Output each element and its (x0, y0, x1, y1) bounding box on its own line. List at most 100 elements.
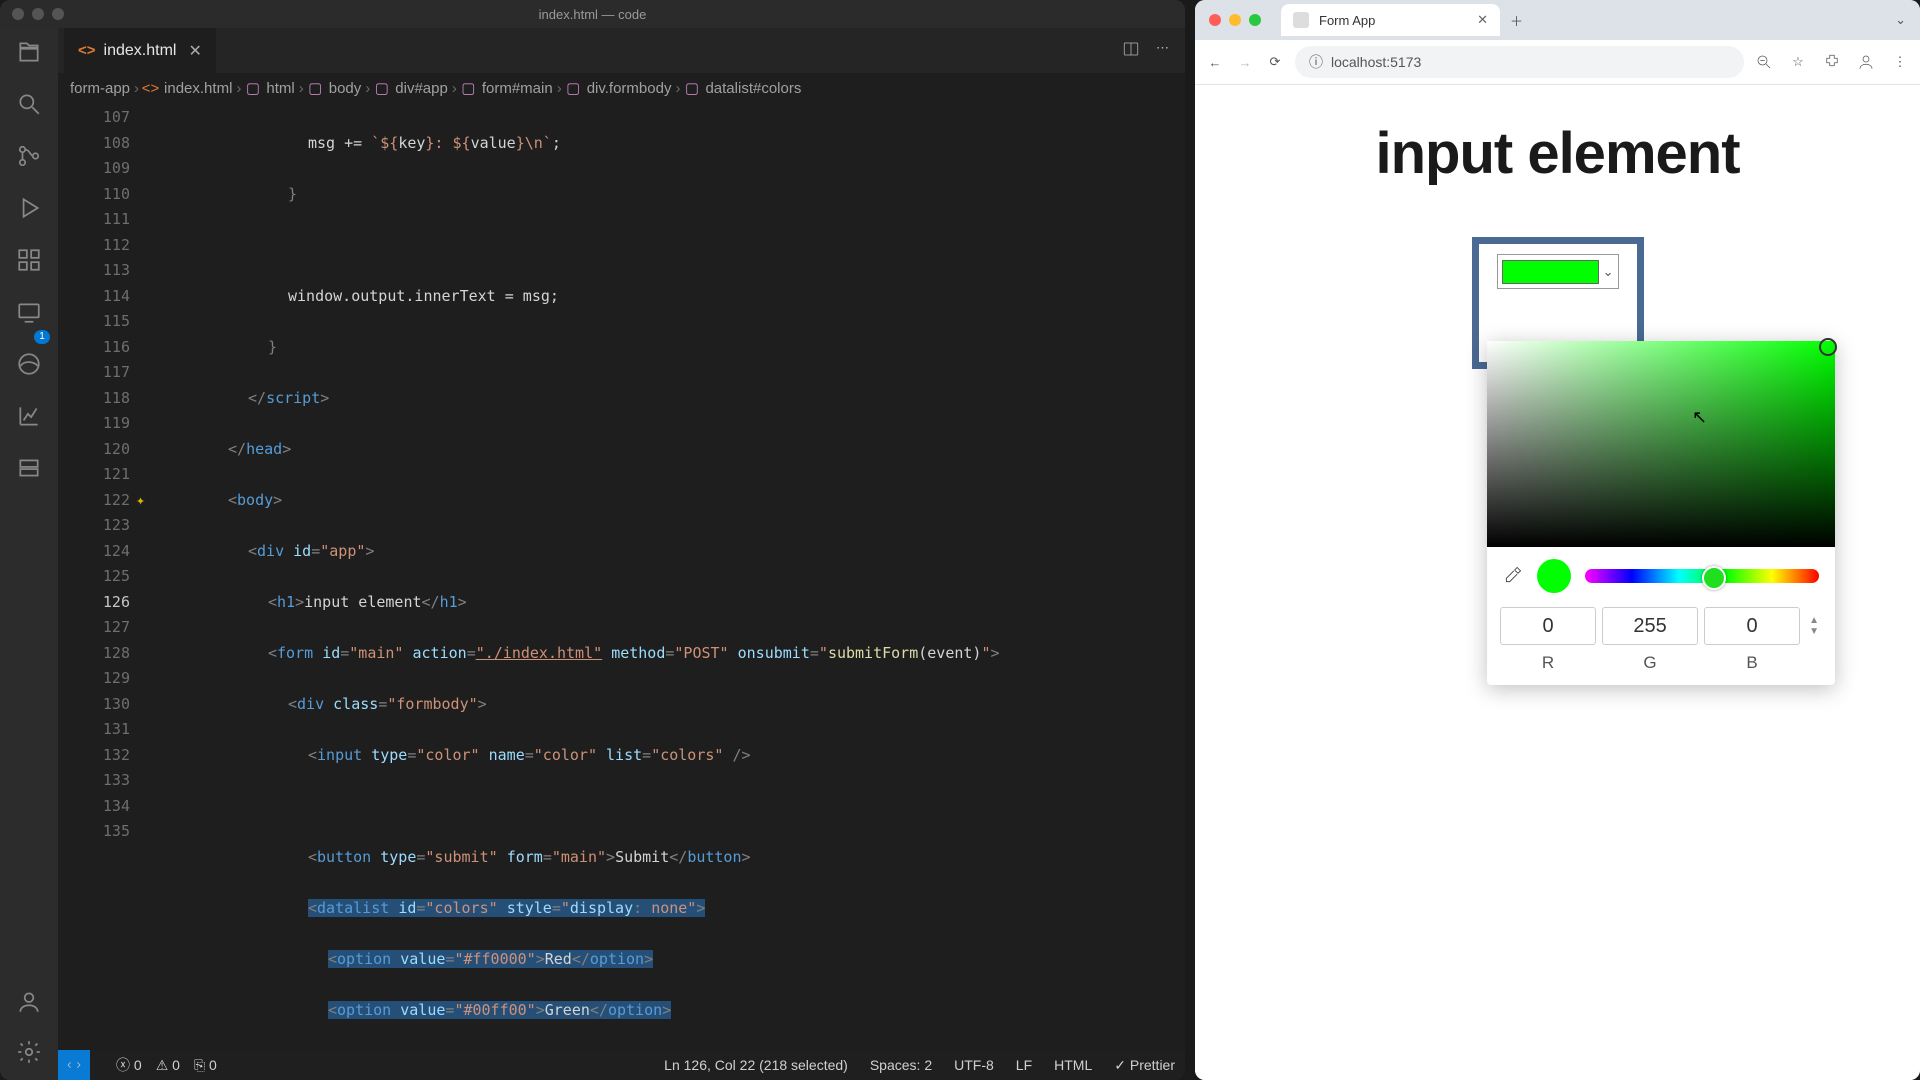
b-input[interactable] (1704, 607, 1800, 645)
extension-badge: 1 (34, 330, 50, 344)
current-color-preview (1537, 559, 1571, 593)
crumb[interactable]: form#main (482, 80, 553, 97)
more-actions-icon[interactable]: ⋯ (1156, 40, 1169, 61)
crumb[interactable]: body (329, 80, 362, 97)
hue-thumb[interactable] (1702, 566, 1726, 590)
b-label: B (1746, 653, 1757, 673)
g-label: G (1643, 653, 1656, 673)
ports[interactable]: ⎘ 0 (194, 1057, 217, 1074)
chart-icon[interactable] (15, 402, 43, 430)
vscode-window: index.html — code 1 <> index.html (0, 0, 1185, 1080)
reload-icon[interactable]: ⟳ (1265, 52, 1285, 72)
explorer-icon[interactable] (15, 38, 43, 66)
prettier-status[interactable]: ✓ Prettier (1114, 1057, 1175, 1074)
g-input[interactable] (1602, 607, 1698, 645)
page-content: input element ⌄ ↖ R (1195, 85, 1920, 1080)
chevron-down-icon[interactable]: ⌄ (1603, 264, 1614, 280)
traffic-max[interactable] (52, 8, 64, 20)
address-bar[interactable]: ⓘ localhost:5173 (1295, 46, 1744, 78)
browser-window: Form App ✕ ＋ ⌄ ← → ⟳ ⓘ localhost:5173 ☆ … (1195, 0, 1920, 1080)
page-heading: input element (1375, 120, 1739, 187)
line-gutter: 1071081091101111121131141151161171181191… (58, 103, 148, 1050)
tab-close-icon[interactable]: ✕ (188, 41, 201, 61)
sv-cursor[interactable] (1819, 338, 1837, 356)
back-icon[interactable]: ← (1205, 52, 1225, 72)
browser-tabstrip: Form App ✕ ＋ ⌄ (1195, 0, 1920, 40)
r-label: R (1542, 653, 1554, 673)
remote-indicator[interactable] (58, 1050, 90, 1080)
html-file-icon: <> (78, 42, 96, 59)
glyph-margin: ✦ (136, 105, 178, 513)
breadcrumbs[interactable]: form-app› <>index.html› ▢html› ▢body› ▢d… (58, 73, 1185, 103)
tab-bar: <> index.html ✕ ⋯ (58, 28, 1185, 73)
forward-icon[interactable]: → (1235, 52, 1255, 72)
crumb[interactable]: div#app (395, 80, 448, 97)
crumb[interactable]: div.formbody (587, 80, 672, 97)
symbol-icon: ▢ (374, 81, 389, 96)
color-picker-popup: ↖ R G B ▲▼ (1487, 341, 1835, 685)
debug-icon[interactable] (15, 194, 43, 222)
html-file-icon: <> (143, 81, 158, 96)
mouse-cursor-icon: ↖ (1692, 407, 1707, 428)
tab-overflow-icon[interactable]: ⌄ (1895, 12, 1906, 28)
language-mode[interactable]: HTML (1054, 1057, 1092, 1073)
window-title: index.html — code (539, 7, 647, 22)
split-editor-icon[interactable] (1122, 40, 1140, 61)
crumb[interactable]: datalist#colors (705, 80, 801, 97)
symbol-icon: ▢ (566, 81, 581, 96)
indent[interactable]: Spaces: 2 (870, 1057, 932, 1073)
color-mode-switch-icon[interactable]: ▲▼ (1809, 615, 1819, 637)
cursor-position[interactable]: Ln 126, Col 22 (218 selected) (664, 1057, 848, 1073)
traffic-close[interactable] (1209, 14, 1221, 26)
tab-title: Form App (1319, 13, 1375, 28)
edge-tools-icon[interactable] (15, 350, 43, 378)
eyedropper-icon[interactable] (1503, 565, 1523, 588)
extensions-puzzle-icon[interactable] (1822, 52, 1842, 72)
code-editor[interactable]: 1071081091101111121131141151161171181191… (58, 103, 1185, 1050)
settings-gear-icon[interactable] (15, 1038, 43, 1066)
browser-tab[interactable]: Form App ✕ (1281, 4, 1500, 36)
traffic-min[interactable] (1229, 14, 1241, 26)
search-icon[interactable] (15, 90, 43, 118)
tab-index-html[interactable]: <> index.html ✕ (64, 28, 216, 73)
account-icon[interactable] (15, 988, 43, 1016)
tab-close-icon[interactable]: ✕ (1477, 12, 1488, 28)
eol[interactable]: LF (1016, 1057, 1032, 1073)
problems-warnings[interactable]: ⚠ 0 (156, 1057, 180, 1074)
status-bar: ⓧ 0 ⚠ 0 ⎘ 0 Ln 126, Col 22 (218 selected… (58, 1050, 1185, 1080)
browser-menu-icon[interactable]: ⋮ (1890, 52, 1910, 72)
zoom-icon[interactable] (1754, 52, 1774, 72)
source-control-icon[interactable] (15, 142, 43, 170)
tab-label: index.html (104, 42, 177, 60)
activity-bar: 1 (0, 28, 58, 1080)
color-swatch (1502, 260, 1599, 284)
traffic-min[interactable] (32, 8, 44, 20)
problems-errors[interactable]: ⓧ 0 (116, 1055, 142, 1075)
profile-icon[interactable] (1856, 52, 1876, 72)
extensions-icon[interactable] (15, 246, 43, 274)
symbol-icon: ▢ (308, 81, 323, 96)
r-input[interactable] (1500, 607, 1596, 645)
crumb-file[interactable]: index.html (164, 80, 232, 97)
symbol-icon: ▢ (684, 81, 699, 96)
containers-icon[interactable] (15, 454, 43, 482)
saturation-value-area[interactable]: ↖ (1487, 341, 1835, 547)
remote-explorer-icon[interactable] (15, 298, 43, 326)
encoding[interactable]: UTF-8 (954, 1057, 994, 1073)
crumb-folder[interactable]: form-app (70, 80, 130, 97)
symbol-icon: ▢ (245, 81, 260, 96)
hue-slider[interactable] (1585, 569, 1819, 583)
traffic-close[interactable] (12, 8, 24, 20)
symbol-icon: ▢ (461, 81, 476, 96)
url-text: localhost:5173 (1331, 54, 1421, 70)
vscode-titlebar: index.html — code (0, 0, 1185, 28)
bookmark-star-icon[interactable]: ☆ (1788, 52, 1808, 72)
code-lines[interactable]: msg += `${key}: ${value}\n`; } window.ou… (148, 103, 1185, 1050)
browser-toolbar: ← → ⟳ ⓘ localhost:5173 ☆ ⋮ (1195, 40, 1920, 85)
new-tab-button[interactable]: ＋ (1510, 11, 1523, 30)
crumb[interactable]: html (266, 80, 294, 97)
traffic-max[interactable] (1249, 14, 1261, 26)
site-info-icon[interactable]: ⓘ (1309, 52, 1323, 72)
color-input[interactable]: ⌄ (1497, 254, 1619, 289)
favicon (1293, 12, 1309, 28)
